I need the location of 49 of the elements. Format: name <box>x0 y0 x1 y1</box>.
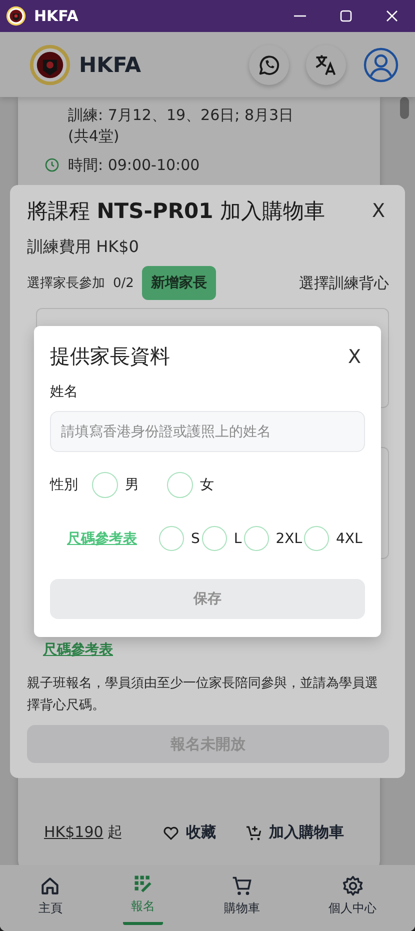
nav-tab[interactable]: 個人中心 <box>320 872 385 924</box>
radio-button[interactable] <box>159 526 184 551</box>
brand-logo-icon <box>29 44 71 86</box>
price-suffix: 起 <box>107 823 122 842</box>
add-parent-button[interactable]: 新增家長 <box>142 266 216 300</box>
schedule-text: (共4堂) <box>68 126 120 147</box>
price-link[interactable]: HK$190 <box>44 823 104 842</box>
gender-label: 性別 <box>50 476 78 494</box>
add-to-cart-button[interactable]: 加入購物車 <box>245 823 344 842</box>
radio-button[interactable] <box>244 526 269 551</box>
name-field[interactable]: 請填寫香港身份證或護照上的姓名 <box>50 411 365 452</box>
close-button[interactable]: X <box>368 200 389 222</box>
gear-icon <box>342 874 364 896</box>
schedule-text: 訓練: 7月12、19、26日; 8月3日 <box>68 105 294 126</box>
option-label: 女 <box>200 476 214 494</box>
note-text: 親子班報名，學員須由至少一位家長陪同參與，並請為學員選擇背心尺碼。 <box>27 675 379 715</box>
whatsapp-button[interactable] <box>249 44 289 84</box>
favorite-button[interactable]: 收藏 <box>162 823 245 842</box>
parents-label: 選擇家長參加 <box>27 275 105 292</box>
radio-button[interactable] <box>92 472 118 498</box>
radio-button[interactable] <box>202 526 227 551</box>
scrollbar[interactable] <box>400 97 409 119</box>
dialog-title: 將課程 NTS-PR01 加入購物車 <box>27 198 325 225</box>
radio-button[interactable] <box>304 526 330 551</box>
nav-tab[interactable]: 主頁 <box>30 872 70 924</box>
size-label: S <box>191 530 200 546</box>
cart-plus-icon <box>245 824 263 842</box>
window-title: HKFA <box>34 7 80 25</box>
vest-label: 選擇訓練背心 <box>299 274 389 292</box>
clock-icon <box>44 157 60 173</box>
brand-name: HKFA <box>79 52 142 76</box>
fee-text: 訓練費用 HK$0 <box>27 237 140 258</box>
nav-tab[interactable]: 購物車 <box>216 872 268 924</box>
app-logo-icon <box>6 6 26 26</box>
dialog-title: 提供家長資料 <box>50 343 170 370</box>
schedule-text: 時間: 09:00-10:00 <box>68 155 200 176</box>
size-label: 2XL <box>276 530 302 546</box>
radio-button[interactable] <box>167 472 193 498</box>
cart-icon <box>230 874 253 896</box>
name-label: 姓名 <box>50 383 79 401</box>
close-button[interactable]: X <box>344 346 365 368</box>
size-label: 4XL <box>336 530 362 546</box>
size-label: L <box>234 530 242 546</box>
person-icon <box>363 46 399 82</box>
profile-button[interactable] <box>363 46 399 82</box>
option-label: 男 <box>125 476 139 494</box>
home-icon <box>39 874 62 896</box>
parents-count: 0/2 <box>113 276 134 290</box>
translate-button[interactable] <box>306 44 346 84</box>
